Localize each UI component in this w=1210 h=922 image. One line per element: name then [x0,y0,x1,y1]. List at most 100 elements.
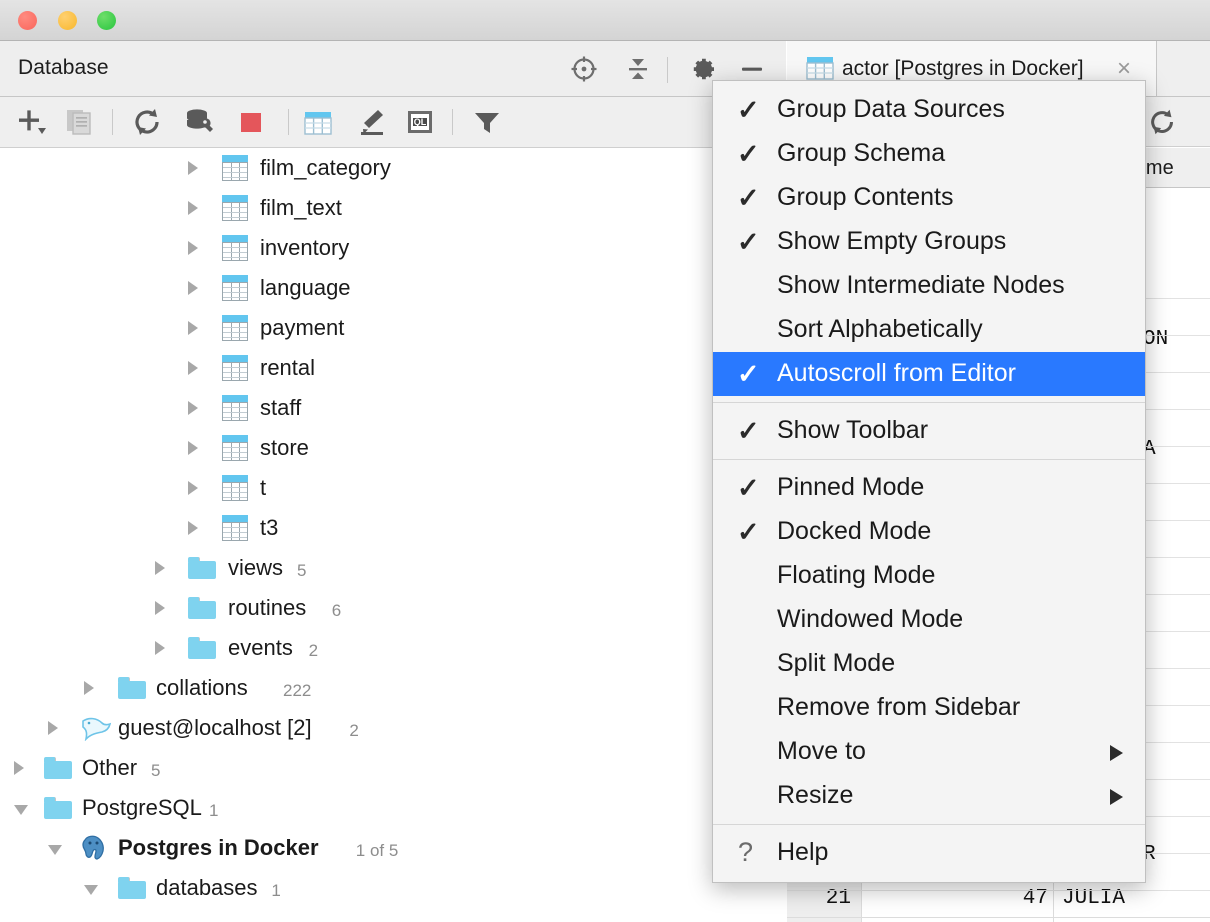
menu-item-floating-mode[interactable]: Floating Mode [713,554,1145,598]
chevron-right-icon[interactable] [14,761,24,775]
tree-item-label: collations [156,675,248,700]
menu-item-group-contents[interactable]: ✓ Group Contents [713,176,1145,220]
chevron-right-icon[interactable] [48,721,58,735]
check-icon: ✓ [737,139,760,169]
hide-panel-icon[interactable] [738,55,766,83]
menu-item-sort-alphabetically[interactable]: Sort Alphabetically [713,308,1145,352]
close-window-button[interactable] [18,11,37,30]
tree-item-payment[interactable]: payment [0,308,786,348]
tree-item-databases[interactable]: databases 1 [0,868,786,908]
database-tools-icon[interactable] [182,106,218,138]
tree-item-other[interactable]: Other 5 [0,748,786,788]
chevron-right-icon[interactable] [188,361,198,375]
chevron-down-icon[interactable] [48,845,62,855]
chevron-down-icon[interactable] [84,885,98,895]
table-row[interactable]: 21 47 JULIA [787,881,1210,918]
check-icon: ✓ [737,359,760,389]
svg-text:QL: QL [414,117,427,127]
menu-item-group-schema[interactable]: ✓ Group Schema [713,132,1145,176]
tree-item-staff[interactable]: staff [0,388,786,428]
check-icon: ✓ [737,183,760,213]
add-icon[interactable] [16,106,50,138]
collapse-all-icon[interactable] [624,55,652,83]
tree-item-postgres-in-docker[interactable]: Postgres in Docker 1 of 5 [0,828,786,868]
query-console-icon[interactable]: QL [404,106,436,138]
menu-item-autoscroll-from-editor[interactable]: ✓ Autoscroll from Editor [713,352,1145,396]
tree-item-views[interactable]: views 5 [0,548,786,588]
tree-item-label: guest@localhost [2] [118,715,312,740]
tree-item-store[interactable]: store [0,428,786,468]
settings-gear-icon[interactable] [689,55,717,83]
menu-item-show-toolbar[interactable]: ✓ Show Toolbar [713,409,1145,453]
postgres-elephant-icon [80,834,110,867]
tree-item-film-text[interactable]: film_text [0,188,786,228]
chevron-right-icon[interactable] [188,281,198,295]
menu-item-move-to[interactable]: Move to [713,730,1145,774]
menu-item-remove-from-sidebar[interactable]: Remove from Sidebar [713,686,1145,730]
chevron-right-icon[interactable] [188,201,198,215]
menu-item-resize[interactable]: Resize [713,774,1145,818]
filter-icon[interactable] [471,106,503,138]
tree-item-rental[interactable]: rental [0,348,786,388]
tree-item-t[interactable]: t [0,468,786,508]
table-row[interactable]: 2248FRANCES [787,918,1210,922]
tree-item-label: rental [260,355,316,380]
tree-item-events[interactable]: events 2 [0,628,786,668]
edit-icon[interactable] [354,106,388,138]
tree-item-label: PostgreSQL [82,795,202,820]
table-icon[interactable] [303,106,333,138]
cell-partial-text: ON [1143,328,1169,351]
menu-item-pinned-mode[interactable]: ✓ Pinned Mode [713,466,1145,510]
chevron-right-icon[interactable] [188,161,198,175]
chevron-right-icon[interactable] [155,641,165,655]
chevron-right-icon[interactable] [155,561,165,575]
menu-item-show-empty-groups[interactable]: ✓ Show Empty Groups [713,220,1145,264]
tree-item-collations[interactable]: collations 222 [0,668,786,708]
chevron-right-icon[interactable] [155,601,165,615]
menu-item-windowed-mode[interactable]: Windowed Mode [713,598,1145,642]
submenu-arrow-icon [1110,745,1123,761]
tree-item-count: 5 [151,761,161,780]
tree-item-language[interactable]: language [0,268,786,308]
grid-line [787,890,1210,891]
menu-item-label: Pinned Mode [777,473,925,501]
menu-item-show-intermediate-nodes[interactable]: Show Intermediate Nodes [713,264,1145,308]
tree-item-postgresql[interactable]: PostgreSQL 1 [0,788,786,828]
chevron-right-icon[interactable] [188,321,198,335]
maximize-window-button[interactable] [97,11,116,30]
duplicate-icon[interactable] [64,106,96,138]
tab-label: actor [Postgres in Docker] [842,57,1084,80]
stop-icon[interactable] [236,106,268,138]
chevron-right-icon[interactable] [84,681,94,695]
menu-item-split-mode[interactable]: Split Mode [713,642,1145,686]
refresh-icon[interactable] [1147,106,1179,143]
chevron-right-icon[interactable] [188,441,198,455]
tree-item-count: 1 [271,881,281,900]
scroll-from-source-icon[interactable] [570,55,598,83]
tree-item-label: t3 [260,515,279,540]
refresh-icon[interactable] [131,106,165,138]
chevron-right-icon[interactable] [188,241,198,255]
tree-item-guest-localhost-2-[interactable]: guest@localhost [2] 2 [0,708,786,748]
row-number-cell[interactable]: 21 [787,881,862,917]
menu-item-label: Show Intermediate Nodes [777,271,1065,299]
tree-item-inventory[interactable]: inventory [0,228,786,268]
menu-item-docked-mode[interactable]: ✓ Docked Mode [713,510,1145,554]
menu-item-help[interactable]: ? Help [713,831,1145,875]
tree-item-routines[interactable]: routines 6 [0,588,786,628]
menu-item-label: Floating Mode [777,561,936,589]
menu-item-label: Help [777,838,829,866]
close-icon[interactable]: × [1117,55,1131,83]
tree-item-t3[interactable]: t3 [0,508,786,548]
database-tree[interactable]: film_category film_text inventory language p… [0,148,786,922]
minimize-window-button[interactable] [58,11,77,30]
chevron-right-icon[interactable] [188,401,198,415]
chevron-down-icon[interactable] [14,805,28,815]
chevron-right-icon[interactable] [188,481,198,495]
menu-item-group-data-sources[interactable]: ✓ Group Data Sources [713,88,1145,132]
menu-item-label: Group Data Sources [777,95,1005,123]
row-number-cell[interactable]: 22 [787,918,862,922]
tree-item-film-category[interactable]: film_category [0,148,786,188]
chevron-right-icon[interactable] [188,521,198,535]
view-options-context-menu[interactable]: ✓ Group Data Sources ✓ Group Schema ✓ Group C… [712,80,1146,883]
